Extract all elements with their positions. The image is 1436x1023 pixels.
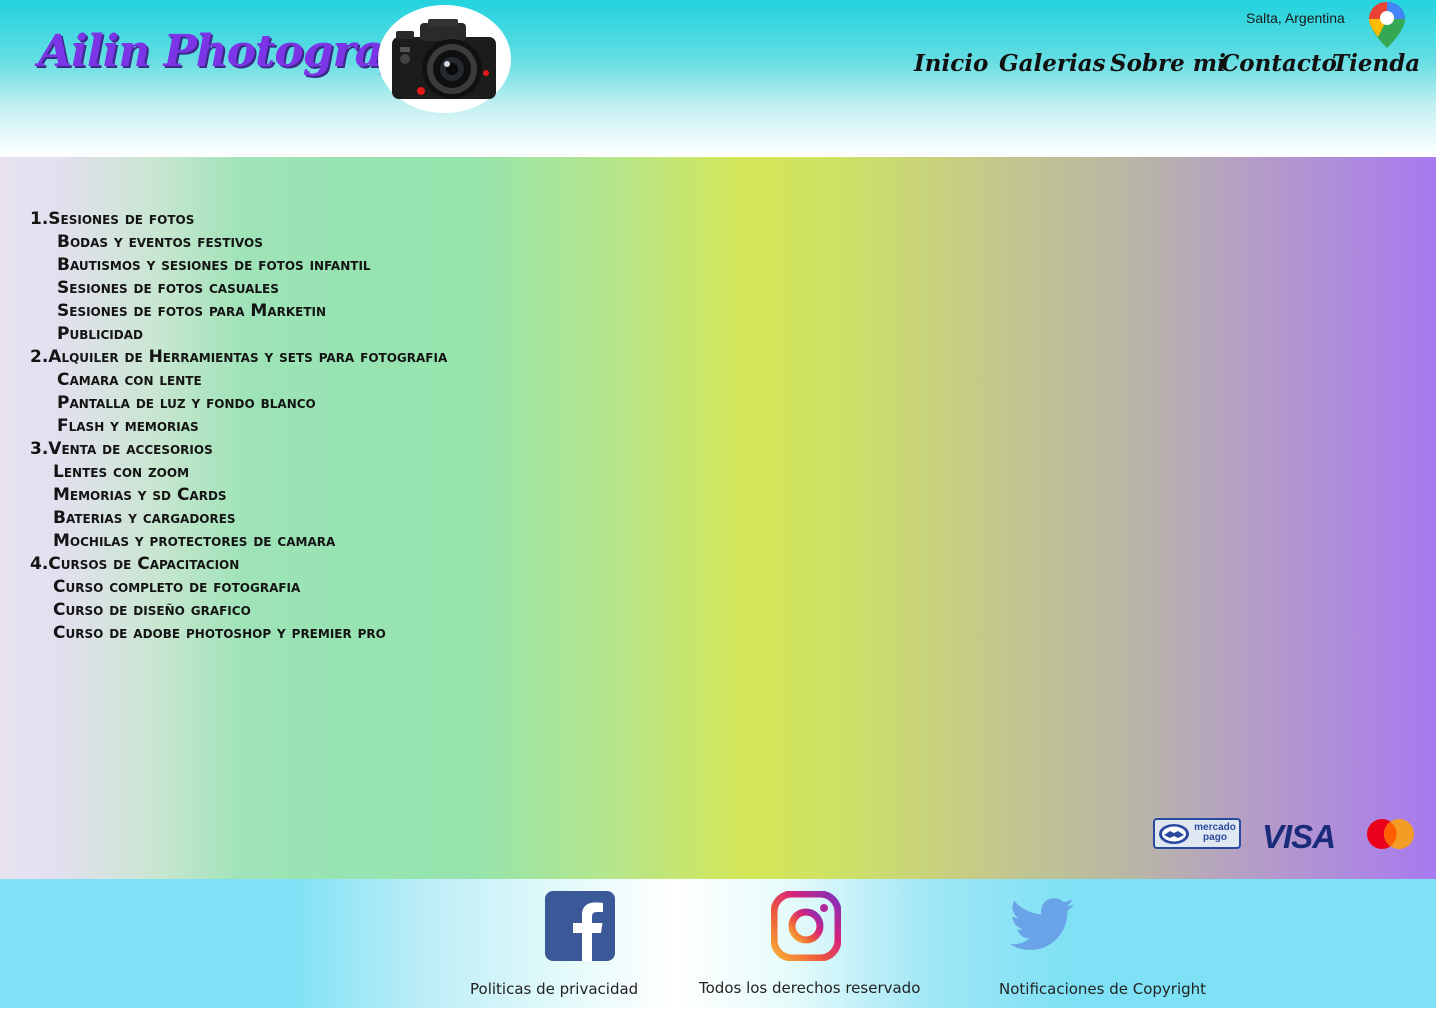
service-item: Sesiones de fotos para Marketin: [57, 301, 327, 321]
nav-tienda[interactable]: Tienda: [1332, 50, 1420, 77]
service-category: 3.Venta de accesorios: [30, 439, 213, 459]
instagram-icon: [770, 890, 842, 962]
mercadopago-text: mercado pago: [1194, 822, 1236, 843]
copyright-notice-link[interactable]: Notificaciones de Copyright: [999, 980, 1206, 998]
service-item: Bodas y eventos festivos: [57, 232, 263, 252]
payment-methods: mercado pago VISA: [0, 818, 1436, 858]
mercadopago-logo: mercado pago: [1153, 818, 1241, 849]
map-pin-icon: [1369, 2, 1405, 48]
service-item: Camara con lente: [57, 370, 202, 390]
service-item: Baterias y cargadores: [53, 508, 236, 528]
service-item: Pantalla de luz y fondo blanco: [57, 393, 316, 413]
service-item: Curso completo de fotografia: [53, 577, 301, 597]
service-item: Publicidad: [57, 324, 143, 344]
service-item: Flash y memorias: [57, 416, 199, 436]
service-item: Mochilas y protectores de camara: [53, 531, 336, 551]
location-text: Salta, Argentina: [1246, 10, 1345, 26]
facebook-icon: [545, 891, 615, 961]
nav-galerias[interactable]: Galerias: [999, 50, 1106, 77]
service-item: Memorias y sd Cards: [53, 485, 227, 505]
site-header: Ailin Photografh Salta, Argentina Inicio…: [0, 0, 1436, 157]
handshake-icon: [1159, 824, 1189, 844]
main-content: 1.Sesiones de fotos Bodas y eventos fest…: [0, 157, 1436, 879]
services-list: 1.Sesiones de fotos Bodas y eventos fest…: [30, 208, 447, 645]
service-item: Curso de adobe photoshop y premier pro: [53, 623, 386, 643]
service-item: Lentes con zoom: [53, 462, 190, 482]
service-item: Curso de diseño grafico: [53, 600, 251, 620]
service-item: Bautismos y sesiones de fotos infantil: [57, 255, 371, 275]
facebook-link[interactable]: [545, 891, 615, 961]
twitter-link[interactable]: [1007, 891, 1077, 961]
page-bottom: [0, 1008, 1436, 1023]
main-nav: Inicio Galerias Sobre mi Contacto Tienda: [0, 50, 1436, 84]
rights-reserved-link[interactable]: Todos los derechos reservado: [699, 979, 920, 997]
site-footer: Politicas de privacidad Todos los derech…: [0, 879, 1436, 1008]
service-category: 4.Cursos de Capacitacion: [30, 554, 240, 574]
nav-inicio[interactable]: Inicio: [914, 50, 988, 77]
visa-logo: VISA: [1262, 818, 1336, 855]
twitter-icon: [1009, 898, 1075, 950]
service-item: Sesiones de fotos casuales: [57, 278, 279, 298]
mastercard-icon: [1367, 819, 1414, 849]
instagram-link[interactable]: [770, 890, 842, 962]
service-category: 1.Sesiones de fotos: [30, 209, 195, 229]
map-pin-link[interactable]: [1366, 0, 1408, 55]
service-category: 2.Alquiler de Herramientas y sets para f…: [30, 347, 448, 367]
nav-contacto[interactable]: Contacto: [1221, 50, 1337, 77]
privacy-policy-link[interactable]: Politicas de privacidad: [470, 980, 638, 998]
nav-sobre-mi[interactable]: Sobre mi: [1110, 50, 1226, 77]
